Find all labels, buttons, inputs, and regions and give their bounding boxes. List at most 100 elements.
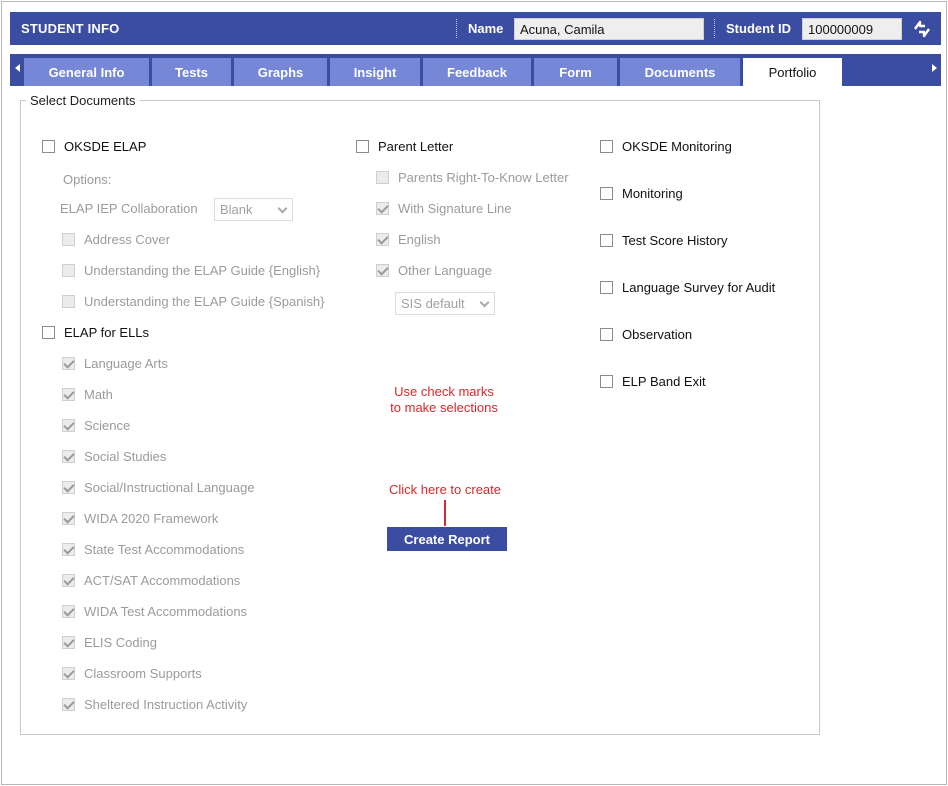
tab-graphs[interactable]: Graphs [234, 58, 327, 86]
language-select[interactable]: SIS default [395, 292, 495, 315]
checkbox-box[interactable] [62, 574, 75, 587]
checkbox-label: Test Score History [622, 233, 728, 248]
checkbox-label: Social/Instructional Language [84, 480, 255, 495]
checkbox-box[interactable] [62, 295, 75, 308]
address-cover-checkbox[interactable]: Address Cover [62, 232, 170, 247]
checkbox-box[interactable] [600, 281, 613, 294]
ell-item-checkbox[interactable]: Science [62, 418, 130, 433]
checkbox-box[interactable] [62, 233, 75, 246]
other-language-checkbox[interactable]: Other Language [376, 263, 492, 278]
checkbox-box[interactable] [376, 171, 389, 184]
scroll-left-icon[interactable] [15, 64, 20, 72]
language-survey-checkbox[interactable]: Language Survey for Audit [600, 280, 775, 295]
checkbox-label: ELP Band Exit [622, 374, 706, 389]
ell-item-checkbox[interactable]: State Test Accommodations [62, 542, 244, 557]
tab-documents[interactable]: Documents [620, 58, 740, 86]
ell-item-checkbox[interactable]: Math [62, 387, 113, 402]
ell-item-checkbox[interactable]: Language Arts [62, 356, 168, 371]
header-divider [714, 19, 715, 38]
checkbox-box[interactable] [62, 450, 75, 463]
ell-item-checkbox[interactable]: Social/Instructional Language [62, 480, 255, 495]
checkbox-box[interactable] [62, 698, 75, 711]
student-id-field[interactable] [802, 18, 902, 40]
checkbox-box[interactable] [62, 357, 75, 370]
options-label: Options: [63, 172, 112, 187]
ell-item-checkbox[interactable]: Social Studies [62, 449, 166, 464]
checkbox-label: Understanding the ELAP Guide {English} [84, 263, 321, 278]
guide-english-checkbox[interactable]: Understanding the ELAP Guide {English} [62, 263, 320, 278]
checkbox-box[interactable] [62, 636, 75, 649]
monitoring-checkbox[interactable]: Monitoring [600, 186, 683, 201]
scroll-right-icon[interactable] [932, 64, 937, 72]
elp-band-exit-checkbox[interactable]: ELP Band Exit [600, 374, 706, 389]
checkbox-label: WIDA 2020 Framework [84, 511, 219, 526]
right-to-know-checkbox[interactable]: Parents Right-To-Know Letter [376, 170, 569, 185]
create-report-button[interactable]: Create Report [387, 527, 507, 551]
checkbox-label: OKSDE ELAP [64, 139, 147, 154]
checkbox-label: Understanding the ELAP Guide {Spanish} [84, 294, 325, 309]
check-marks-hint: Use check marks to make selections [362, 384, 526, 416]
oksde-monitoring-checkbox[interactable]: OKSDE Monitoring [600, 139, 732, 154]
ell-item-checkbox[interactable]: WIDA 2020 Framework [62, 511, 218, 526]
checkbox-box[interactable] [600, 234, 613, 247]
student-id-label: Student ID [726, 21, 791, 36]
checkbox-box[interactable] [62, 543, 75, 556]
checkbox-label: Monitoring [622, 186, 683, 201]
checkbox-box[interactable] [600, 187, 613, 200]
checkbox-box[interactable] [356, 140, 369, 153]
checkbox-label: Other Language [398, 263, 492, 278]
checkbox-box[interactable] [42, 326, 55, 339]
checkbox-box[interactable] [600, 328, 613, 341]
elap-for-ells-checkbox[interactable]: ELAP for ELLs [42, 325, 149, 340]
checkbox-label: Observation [622, 327, 693, 342]
checkbox-box[interactable] [376, 202, 389, 215]
ell-item-checkbox[interactable]: Classroom Supports [62, 666, 202, 681]
swap-arrows-icon[interactable] [911, 18, 933, 40]
tab-general-info[interactable]: General Info [24, 58, 149, 86]
ell-item-checkbox[interactable]: WIDA Test Accommodations [62, 604, 247, 619]
checkbox-label: ELAP for ELLs [64, 325, 150, 340]
checkbox-box[interactable] [62, 264, 75, 277]
ell-item-checkbox[interactable]: ACT/SAT Accommodations [62, 573, 240, 588]
student-info-panel: STUDENT INFO Name Student ID General Inf… [1, 1, 947, 785]
checkbox-box[interactable] [62, 419, 75, 432]
hint-line: Use check marks [394, 384, 494, 399]
tab-tests[interactable]: Tests [152, 58, 231, 86]
tab-feedback[interactable]: Feedback [423, 58, 531, 86]
checkbox-box[interactable] [42, 140, 55, 153]
hint-pointer-line [444, 500, 446, 526]
ell-item-checkbox[interactable]: ELIS Coding [62, 635, 157, 650]
checkbox-box[interactable] [600, 375, 613, 388]
tab-portfolio[interactable]: Portfolio [743, 58, 842, 86]
checkbox-label: Classroom Supports [84, 666, 202, 681]
tab-form[interactable]: Form [534, 58, 617, 86]
checkbox-box[interactable] [376, 233, 389, 246]
checkbox-box[interactable] [62, 667, 75, 680]
select-value: SIS default [401, 296, 465, 311]
tab-insight[interactable]: Insight [330, 58, 420, 86]
checkbox-label: OKSDE Monitoring [622, 139, 732, 154]
ell-item-checkbox[interactable]: Sheltered Instruction Activity [62, 697, 247, 712]
signature-line-checkbox[interactable]: With Signature Line [376, 201, 511, 216]
checkbox-box[interactable] [62, 481, 75, 494]
checkbox-label: Sheltered Instruction Activity [84, 697, 248, 712]
test-score-history-checkbox[interactable]: Test Score History [600, 233, 727, 248]
checkbox-box[interactable] [62, 512, 75, 525]
guide-spanish-checkbox[interactable]: Understanding the ELAP Guide {Spanish} [62, 294, 324, 309]
iep-collaboration-label: ELAP IEP Collaboration [60, 201, 198, 216]
iep-collaboration-select[interactable]: Blank [214, 198, 293, 221]
checkbox-box[interactable] [62, 388, 75, 401]
checkbox-box[interactable] [62, 605, 75, 618]
checkbox-box[interactable] [376, 264, 389, 277]
student-name-field[interactable] [514, 18, 704, 40]
checkbox-label: Parents Right-To-Know Letter [398, 170, 569, 185]
oksde-elap-checkbox[interactable]: OKSDE ELAP [42, 139, 146, 154]
click-here-hint: Click here to create [389, 482, 501, 497]
checkbox-box[interactable] [600, 140, 613, 153]
checkbox-label: ELIS Coding [84, 635, 157, 650]
observation-checkbox[interactable]: Observation [600, 327, 692, 342]
header-divider [456, 19, 457, 38]
parent-letter-checkbox[interactable]: Parent Letter [356, 139, 453, 154]
english-checkbox[interactable]: English [376, 232, 441, 247]
checkbox-label: Language Survey for Audit [622, 280, 776, 295]
